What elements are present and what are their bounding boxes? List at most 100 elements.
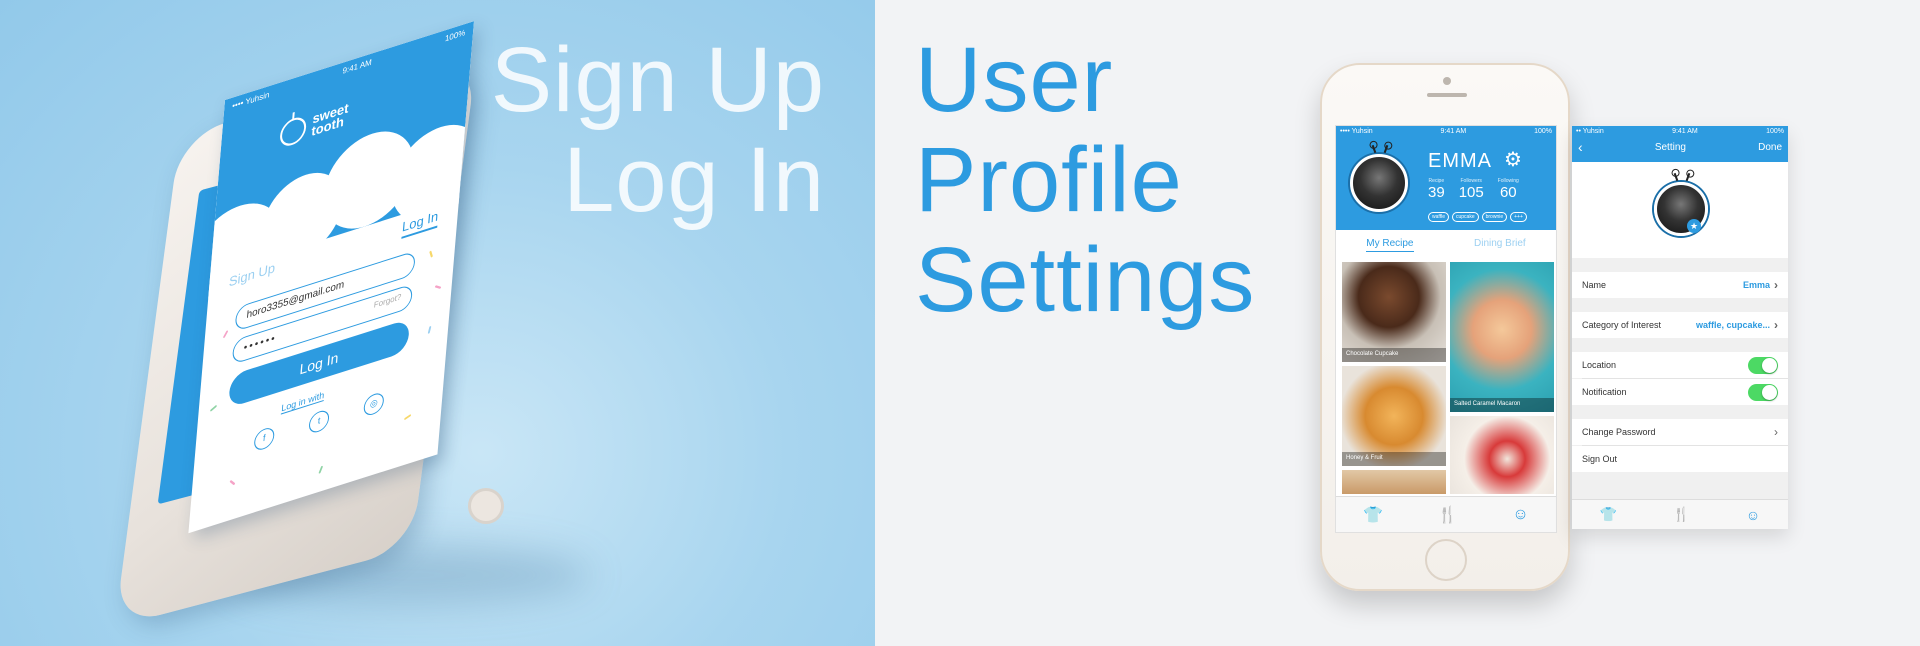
settings-header: •• Yuhsin 9:41 AM 100% ‹ Setting Done	[1572, 126, 1788, 162]
shirt-icon[interactable]: 👕	[1363, 505, 1383, 525]
back-chevron-icon[interactable]: ‹	[1578, 140, 1583, 154]
edit-star-icon[interactable]: ★	[1687, 219, 1701, 233]
profile-header: •••• Yuhsin 9:41 AM 100% EMMA ⚙ Recipe 3…	[1336, 126, 1556, 230]
stat-following[interactable]: Following 60	[1498, 178, 1519, 201]
settings-title: Setting	[1654, 142, 1686, 153]
gear-icon[interactable]: ⚙	[1504, 150, 1522, 170]
sprinkle-decoration	[229, 479, 236, 486]
login-header: •••• Yuhsin 9:41 AM 100% sweet tooth	[188, 21, 475, 313]
settings-row-category[interactable]: Category of Interest waffle, cupcake... …	[1572, 312, 1788, 338]
profile-tabs: My Recipe Dining Brief	[1336, 238, 1556, 252]
recipe-tile[interactable]	[1450, 416, 1554, 494]
fork-knife-icon[interactable]: 🍴	[1673, 506, 1690, 523]
row-label: Category of Interest	[1582, 320, 1662, 330]
row-label: Notification	[1582, 387, 1627, 397]
name-value: Emma	[1742, 280, 1770, 290]
logo-text: sweet tooth	[310, 99, 350, 140]
profile-settings-heading: User Profile Settings	[915, 30, 1255, 330]
stat-label: Following	[1497, 178, 1519, 184]
profile-screen: •••• Yuhsin 9:41 AM 100% EMMA ⚙ Recipe 3…	[1335, 125, 1557, 533]
battery: 100%	[444, 27, 466, 44]
recipe-caption: Chocolate Cupcake	[1342, 348, 1446, 362]
row-label: Sign Out	[1582, 454, 1618, 464]
tab-bar: 👕 🍴 ☺	[1572, 499, 1788, 529]
avatar[interactable]: ★	[1654, 172, 1708, 236]
profile-icon[interactable]: ☺	[1746, 507, 1760, 523]
stat-recipe[interactable]: Recipe 39	[1428, 178, 1445, 201]
sprinkle-decoration	[434, 285, 442, 289]
carrier: •••• Yuhsin	[1340, 128, 1373, 135]
antenna-decoration	[1371, 144, 1377, 154]
row-value: waffle, cupcake... ›	[1696, 318, 1778, 332]
location-toggle[interactable]	[1748, 356, 1778, 374]
chevron-right-icon: ›	[1774, 278, 1778, 292]
stat-value: 39	[1428, 184, 1445, 201]
forgot-password-link[interactable]: Forgot?	[373, 292, 401, 310]
iphone-mockup: •••• Yuhsin 9:41 AM 100% EMMA ⚙ Recipe 3…	[1320, 63, 1570, 591]
battery: 100%	[1534, 128, 1552, 135]
signup-login-panel: Sign Up Log In •••• Yuhsin 9:41 AM 100% …	[0, 0, 875, 646]
home-button[interactable]	[1425, 539, 1467, 581]
done-button[interactable]: Done	[1758, 142, 1782, 153]
recipe-tile[interactable]	[1342, 470, 1446, 494]
sprinkle-decoration	[427, 325, 432, 334]
carrier: •••• Yuhsin	[231, 89, 270, 111]
tag-chip[interactable]: waffle	[1428, 212, 1449, 222]
antenna-decoration	[1673, 172, 1679, 182]
fork-knife-icon[interactable]: 🍴	[1438, 505, 1458, 525]
profile-stats: Recipe 39 Followers 105 Following 60	[1428, 178, 1519, 201]
recipe-tile[interactable]: Honey & Fruit	[1342, 366, 1446, 466]
heading-line-settings: Settings	[915, 229, 1256, 331]
interest-tags: waffle cupcake brownie +++	[1428, 212, 1527, 222]
antenna-decoration	[1383, 144, 1389, 154]
recipe-tile[interactable]: Chocolate Cupcake	[1342, 262, 1446, 362]
settings-screen: •• Yuhsin 9:41 AM 100% ‹ Setting Done ★ …	[1572, 126, 1788, 529]
settings-avatar-area: ★	[1572, 162, 1788, 258]
twitter-icon[interactable]: t	[308, 408, 330, 436]
row-value: Emma ›	[1743, 278, 1778, 292]
tag-chip[interactable]: brownie	[1481, 212, 1508, 222]
profile-icon[interactable]: ☺	[1512, 506, 1528, 524]
settings-row-name[interactable]: Name Emma ›	[1572, 272, 1788, 298]
clock: 9:41 AM	[342, 57, 373, 76]
tag-chip[interactable]: +++	[1510, 212, 1527, 222]
stat-label: Followers	[1460, 178, 1482, 184]
row-label: Location	[1582, 360, 1617, 370]
sprinkle-decoration	[403, 413, 412, 421]
chevron-right-icon: ›	[1774, 425, 1778, 439]
facebook-icon[interactable]: f	[253, 425, 276, 453]
tab-my-recipe[interactable]: My Recipe	[1366, 238, 1414, 252]
sprinkle-decoration	[222, 330, 229, 339]
clock: 9:41 AM	[1672, 128, 1698, 135]
tag-chip[interactable]: cupcake	[1451, 212, 1479, 222]
settings-nav: ‹ Setting Done	[1572, 140, 1788, 154]
home-button[interactable]	[468, 488, 504, 524]
avatar[interactable]	[1350, 144, 1408, 212]
password-value: ••••••	[243, 332, 278, 355]
heading-line-user: User	[915, 29, 1114, 131]
status-bar: •• Yuhsin 9:41 AM 100%	[1576, 128, 1784, 135]
status-bar: •••• Yuhsin 9:41 AM 100%	[1340, 128, 1552, 135]
stat-value: 105	[1458, 184, 1484, 201]
tab-dining-brief[interactable]: Dining Brief	[1474, 238, 1526, 252]
recipe-caption: Honey & Fruit	[1342, 452, 1446, 466]
category-value: waffle, cupcake...	[1695, 320, 1770, 330]
stat-label: Recipe	[1428, 178, 1445, 184]
recipe-tile[interactable]: Salted Caramel Macaron	[1450, 262, 1554, 412]
shirt-icon[interactable]: 👕	[1600, 506, 1617, 523]
settings-row-sign-out[interactable]: Sign Out	[1572, 446, 1788, 472]
chevron-right-icon: ›	[1774, 318, 1778, 332]
speaker	[1427, 93, 1467, 97]
settings-row-change-password[interactable]: Change Password ›	[1572, 419, 1788, 445]
instagram-icon[interactable]: ◎	[362, 390, 385, 418]
row-label: Change Password	[1582, 427, 1656, 437]
profile-settings-panel: User Profile Settings •••• Yuhsin 9:41 A…	[875, 0, 1920, 646]
row-label: Name	[1582, 280, 1607, 290]
app-logo: sweet tooth	[279, 96, 363, 150]
stat-followers[interactable]: Followers 105	[1459, 178, 1484, 201]
settings-row-location: Location	[1572, 352, 1788, 378]
candy-logo-icon	[279, 114, 308, 150]
heading-line-profile: Profile	[915, 129, 1183, 231]
notification-toggle[interactable]	[1748, 383, 1778, 401]
battery: 100%	[1766, 128, 1784, 135]
